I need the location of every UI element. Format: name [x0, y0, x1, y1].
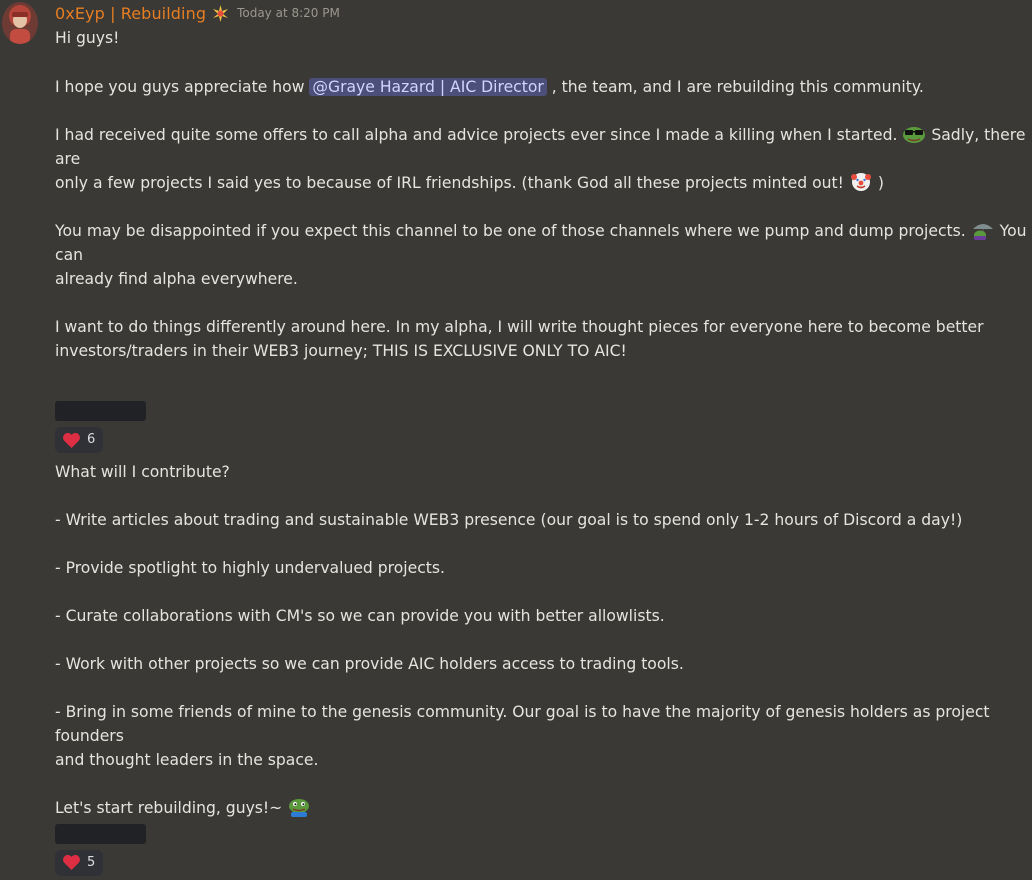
sparkle-burst-icon: [212, 4, 229, 22]
message-body: Hi guys! I hope you guys appreciate how …: [55, 26, 1030, 878]
list-item: - Write articles about trading and susta…: [55, 510, 963, 529]
user-mention[interactable]: @Graye Hazard | AIC Director: [309, 78, 547, 96]
message-paragraph: What will I contribute?: [55, 462, 230, 481]
message-paragraph: I hope you guys appreciate how @Graye Ha…: [55, 78, 924, 96]
redacted-text: [55, 823, 146, 844]
pepe-umbrella-icon[interactable]: [971, 220, 995, 240]
list-item: - Work with other projects so we can pro…: [55, 654, 684, 673]
clown-face-icon[interactable]: [849, 172, 873, 192]
reaction-button[interactable]: 6: [55, 427, 104, 453]
pepe-sunglasses-icon[interactable]: [902, 124, 926, 144]
pepe-smile-icon[interactable]: [287, 797, 311, 817]
red-heart-icon: [62, 432, 81, 449]
list-item: - Provide spotlight to highly undervalue…: [55, 558, 445, 577]
username[interactable]: 0xEyp | Rebuilding: [55, 4, 206, 23]
reaction-count: 5: [87, 854, 96, 870]
message-header: 0xEyp | Rebuilding Today at 8:20 PM: [55, 2, 340, 24]
message-paragraph: I want to do things differently around h…: [55, 318, 984, 360]
reaction-button[interactable]: 5: [55, 849, 104, 876]
message-timestamp: Today at 8:20 PM: [237, 6, 340, 20]
reaction-count: 6: [87, 432, 96, 447]
red-heart-icon: [62, 854, 81, 871]
message-paragraph: You may be disappointed if you expect th…: [55, 220, 1027, 288]
redacted-text: [55, 401, 146, 421]
user-avatar[interactable]: [2, 2, 38, 44]
message-paragraph: Let's start rebuilding, guys!~: [55, 796, 1030, 820]
message-paragraph: I had received quite some offers to call…: [55, 124, 1026, 192]
message-greeting: Hi guys!: [55, 29, 120, 47]
chat-message: 0xEyp | Rebuilding Today at 8:20 PM Hi g…: [0, 0, 1032, 876]
list-item: - Curate collaborations with CM's so we …: [55, 606, 665, 625]
list-item: - Bring in some friends of mine to the g…: [55, 702, 990, 769]
